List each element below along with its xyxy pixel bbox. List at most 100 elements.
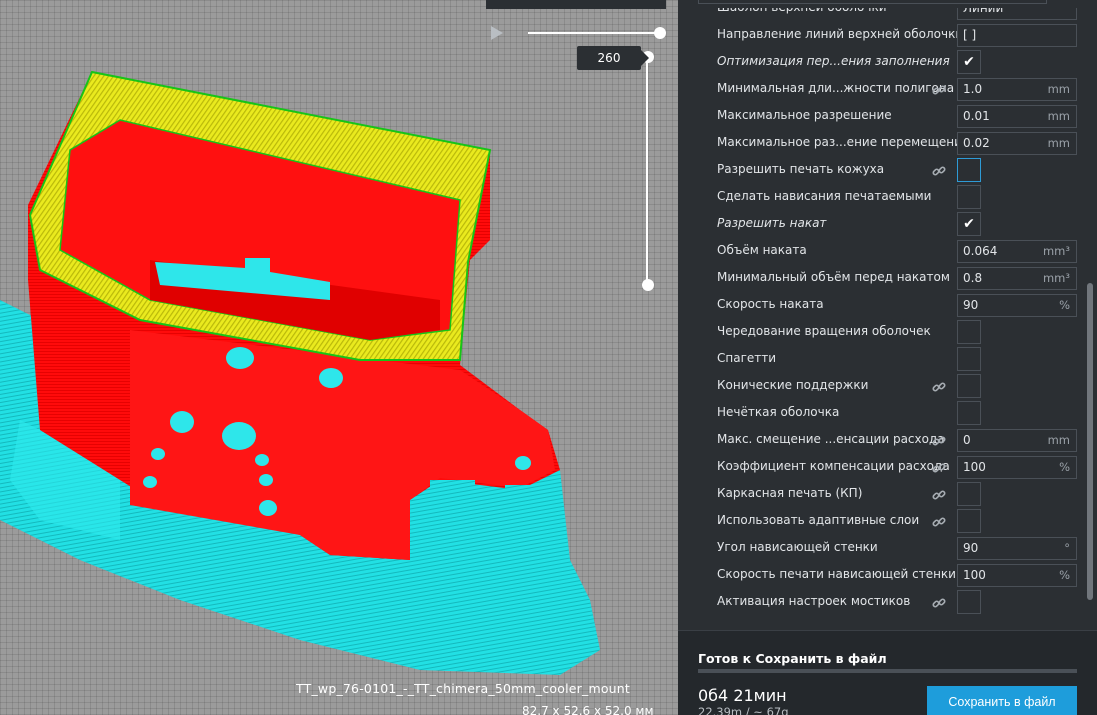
status-title: Готов к Сохранить в файл bbox=[698, 651, 887, 666]
setting-label: Использовать адаптивные слои bbox=[717, 513, 920, 527]
setting-checkbox[interactable]: ✔ bbox=[957, 50, 981, 74]
setting-label: Угол нависающей стенки bbox=[717, 540, 878, 554]
setting-input[interactable]: 100% bbox=[957, 456, 1077, 479]
linked-setting-icon[interactable] bbox=[932, 487, 946, 501]
setting-value: Линии bbox=[963, 8, 1004, 15]
layer-path-slider-track[interactable] bbox=[528, 32, 662, 34]
setting-input[interactable]: 0.064 mm³ bbox=[957, 240, 1077, 263]
toolbar-edge bbox=[486, 0, 666, 9]
setting-row: Разрешить печать кожуха bbox=[678, 156, 1078, 183]
print-time: 0б4 21мин bbox=[698, 686, 787, 705]
setting-checkbox[interactable] bbox=[957, 158, 981, 182]
setting-label: Шаблон верхней оболочки bbox=[717, 8, 887, 21]
setting-checkbox[interactable] bbox=[957, 482, 981, 506]
setting-value: 1.0 bbox=[963, 82, 983, 96]
setting-unit: mm bbox=[1047, 109, 1070, 123]
linked-setting-icon[interactable] bbox=[932, 163, 946, 177]
setting-label: Скорость наката bbox=[717, 297, 824, 311]
setting-checkbox[interactable] bbox=[957, 374, 981, 398]
linked-setting-icon[interactable] bbox=[932, 379, 946, 393]
setting-dropdown[interactable]: Линии bbox=[957, 8, 1077, 20]
setting-input[interactable]: 90 ° bbox=[957, 537, 1077, 560]
top-header-field bbox=[698, 0, 1047, 4]
layer-slider-track[interactable] bbox=[646, 56, 648, 286]
setting-value: 100 bbox=[963, 568, 986, 582]
setting-label: Минимальная дли...жности полигона bbox=[717, 81, 955, 95]
setting-checkbox[interactable] bbox=[957, 590, 981, 614]
setting-input[interactable]: 0.8 mm³ bbox=[957, 267, 1077, 290]
setting-input[interactable]: 0 mm bbox=[957, 429, 1077, 452]
linked-setting-icon[interactable] bbox=[932, 433, 946, 447]
settings-list[interactable]: Шаблон верхней оболочки Линии Направлени… bbox=[678, 8, 1078, 628]
settings-scrollbar-thumb[interactable] bbox=[1087, 283, 1093, 600]
linked-setting-icon[interactable] bbox=[932, 595, 946, 609]
setting-row-top-pattern: Шаблон верхней оболочки Линии bbox=[678, 8, 1078, 21]
setting-checkbox[interactable] bbox=[957, 320, 981, 344]
setting-input[interactable]: 0.01 mm bbox=[957, 105, 1077, 128]
setting-value: 0.8 bbox=[963, 271, 983, 285]
setting-label: Коэффициент компенсации расхода bbox=[717, 459, 950, 473]
setting-input[interactable]: 100% bbox=[957, 564, 1077, 587]
setting-label: Максимальное разрешение bbox=[717, 108, 892, 122]
setting-label: Объём наката bbox=[717, 243, 807, 257]
linked-setting-icon[interactable] bbox=[932, 82, 946, 96]
checkmark-icon: ✔ bbox=[963, 54, 975, 70]
setting-input[interactable]: 0.02 mm bbox=[957, 132, 1077, 155]
layer-path-slider-handle[interactable] bbox=[654, 27, 666, 39]
setting-label: Минимальный объём перед накатом bbox=[717, 270, 950, 284]
setting-unit: mm³ bbox=[1042, 244, 1070, 258]
setting-label: Макс. смещение ...енсации расхода bbox=[717, 432, 945, 446]
setting-row: Максимальное раз...ение перемещения 0.02 m… bbox=[678, 129, 1078, 156]
layer-number-badge[interactable]: 260 bbox=[577, 46, 649, 70]
model-dimensions-label: 82.7 x 52.6 x 52.0 мм bbox=[522, 704, 654, 715]
setting-row: Угол нависающей стенки 90 ° bbox=[678, 534, 1078, 561]
play-icon bbox=[488, 24, 506, 42]
linked-setting-icon[interactable] bbox=[932, 514, 946, 528]
setting-value: 90 bbox=[963, 298, 979, 312]
checkmark-icon: ✔ bbox=[963, 216, 975, 232]
setting-label: Нечёткая оболочка bbox=[717, 405, 840, 419]
setting-unit: mm³ bbox=[1042, 271, 1070, 285]
setting-value: [ ] bbox=[963, 28, 977, 42]
setting-row: Максимальное разрешение 0.01 mm bbox=[678, 102, 1078, 129]
setting-row: Направление линий верхней оболочки[ ] bbox=[678, 21, 1078, 48]
setting-checkbox[interactable] bbox=[957, 347, 981, 371]
setting-row: Чередование вращения оболочек bbox=[678, 318, 1078, 345]
setting-checkbox[interactable]: ✔ bbox=[957, 212, 981, 236]
setting-row: Скорость наката 90% bbox=[678, 291, 1078, 318]
setting-row: Каркасная печать (КП) bbox=[678, 480, 1078, 507]
setting-row: Макс. смещение ...енсации расхода 0 mm bbox=[678, 426, 1078, 453]
setting-label: Разрешить накат bbox=[717, 216, 827, 230]
setting-checkbox[interactable] bbox=[957, 509, 981, 533]
3d-viewport[interactable]: 260 TT_wp_76-0101_-_TT_chimera_50mm_cool… bbox=[0, 0, 678, 715]
setting-label: Конические поддержки bbox=[717, 378, 869, 392]
setting-input[interactable]: 90% bbox=[957, 294, 1077, 317]
output-footer: Готов к Сохранить в файл 0б4 21мин 22.39… bbox=[678, 630, 1097, 715]
setting-value: 0.01 bbox=[963, 109, 990, 123]
setting-value: 0.064 bbox=[963, 244, 998, 258]
setting-row: Конические поддержки bbox=[678, 372, 1078, 399]
layer-slider-bottom-handle[interactable] bbox=[642, 279, 654, 291]
setting-unit: mm bbox=[1047, 433, 1070, 447]
setting-label: Направление линий верхней оболочки bbox=[717, 27, 964, 41]
setting-unit: % bbox=[1059, 298, 1070, 312]
material-estimate: 22.39m / ~ 67g bbox=[698, 705, 789, 715]
print-settings-panel: Шаблон верхней оболочки Линии Направлени… bbox=[678, 0, 1097, 715]
setting-input[interactable]: [ ] bbox=[957, 24, 1077, 47]
linked-setting-icon[interactable] bbox=[932, 460, 946, 474]
play-simulation-button[interactable] bbox=[488, 24, 506, 42]
setting-row: Коэффициент компенсации расхода 100% bbox=[678, 453, 1078, 480]
setting-row: Минимальный объём перед накатом 0.8 mm³ bbox=[678, 264, 1078, 291]
setting-label: Оптимизация пер...ения заполнения bbox=[717, 54, 950, 68]
setting-row: Сделать нависания печатаемыми bbox=[678, 183, 1078, 210]
setting-checkbox[interactable] bbox=[957, 401, 981, 425]
setting-value: 100 bbox=[963, 460, 986, 474]
setting-checkbox[interactable] bbox=[957, 185, 981, 209]
setting-row: Нечёткая оболочка bbox=[678, 399, 1078, 426]
setting-input[interactable]: 1.0 mm bbox=[957, 78, 1077, 101]
setting-value: 0.02 bbox=[963, 136, 990, 150]
setting-row: Активация настроек мостиков bbox=[678, 588, 1078, 615]
save-to-file-button[interactable]: Сохранить в файл bbox=[927, 686, 1077, 715]
setting-unit: % bbox=[1059, 460, 1070, 474]
setting-label: Чередование вращения оболочек bbox=[717, 324, 931, 338]
